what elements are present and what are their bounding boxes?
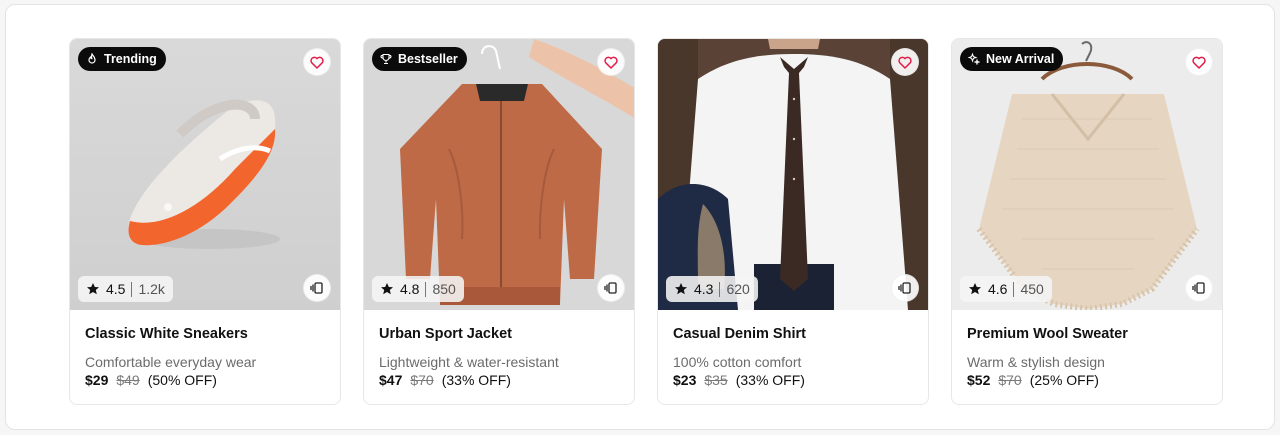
favorite-button[interactable] <box>891 48 919 76</box>
product-description: Warm & stylish design <box>967 354 1105 370</box>
current-price: $23 <box>673 372 697 388</box>
product-description: Lightweight & water-resistant <box>379 354 559 370</box>
heart-icon <box>604 56 618 69</box>
review-count: 620 <box>726 281 750 297</box>
divider <box>131 281 133 297</box>
badge-label: Bestseller <box>398 52 458 66</box>
badge-label: New Arrival <box>986 52 1055 66</box>
product-card[interactable]: New Arrival 4.6 450 Premium Wool Sweater… <box>951 38 1223 405</box>
favorite-button[interactable] <box>1185 48 1213 76</box>
current-price: $29 <box>85 372 109 388</box>
compare-button[interactable] <box>891 274 919 302</box>
review-count: 850 <box>432 281 456 297</box>
product-grid: Trending 4.5 1.2k Classic White Sneakers… <box>69 38 1223 405</box>
product-card[interactable]: Trending 4.5 1.2k Classic White Sneakers… <box>69 38 341 405</box>
review-count: 1.2k <box>138 281 165 297</box>
star-icon <box>381 283 393 295</box>
star-icon <box>969 283 981 295</box>
rating-value: 4.8 <box>400 281 420 297</box>
compare-button[interactable] <box>1185 274 1213 302</box>
price-row: $23 $35 (33% OFF) <box>673 372 913 388</box>
heart-icon <box>898 56 912 69</box>
review-count: 450 <box>1020 281 1044 297</box>
product-image[interactable]: Trending 4.5 1.2k <box>70 39 340 310</box>
rating-value: 4.6 <box>988 281 1008 297</box>
trophy-icon <box>380 53 392 65</box>
current-price: $52 <box>967 372 991 388</box>
price-row: $52 $70 (25% OFF) <box>967 372 1207 388</box>
jacket-image <box>364 39 634 310</box>
price-row: $47 $70 (33% OFF) <box>379 372 619 388</box>
rating-chip: 4.5 1.2k <box>78 276 173 302</box>
original-price: $70 <box>998 372 1022 388</box>
star-icon <box>675 283 687 295</box>
sneaker-image <box>70 39 340 310</box>
heart-icon <box>1192 56 1206 69</box>
compare-icon <box>310 282 323 294</box>
discount-label: (33% OFF) <box>735 372 805 388</box>
compare-icon <box>604 282 617 294</box>
product-image[interactable]: 4.3 620 <box>658 39 928 310</box>
sweater-image <box>952 39 1222 310</box>
original-price: $49 <box>116 372 140 388</box>
badge: New Arrival <box>960 47 1064 71</box>
badge: Trending <box>78 47 166 71</box>
product-title[interactable]: Classic White Sneakers <box>85 326 325 346</box>
compare-button[interactable] <box>597 274 625 302</box>
product-description: 100% cotton comfort <box>673 354 802 370</box>
shirt-image <box>658 39 928 310</box>
rating-chip: 4.3 620 <box>666 276 758 302</box>
rating-chip: 4.8 850 <box>372 276 464 302</box>
badge-label: Trending <box>104 52 157 66</box>
product-title[interactable]: Urban Sport Jacket <box>379 326 619 346</box>
divider <box>719 281 721 297</box>
divider <box>1013 281 1015 297</box>
product-card[interactable]: 4.3 620 Casual Denim Shirt 100% cotton c… <box>657 38 929 405</box>
heart-icon <box>310 56 324 69</box>
rating-chip: 4.6 450 <box>960 276 1052 302</box>
product-title[interactable]: Premium Wool Sweater <box>967 326 1207 346</box>
rating-value: 4.3 <box>694 281 714 297</box>
product-image[interactable]: New Arrival 4.6 450 <box>952 39 1222 310</box>
favorite-button[interactable] <box>597 48 625 76</box>
current-price: $47 <box>379 372 403 388</box>
product-image[interactable]: Bestseller 4.8 850 <box>364 39 634 310</box>
product-card[interactable]: Bestseller 4.8 850 Urban Sport Jacket Li… <box>363 38 635 405</box>
original-price: $35 <box>704 372 728 388</box>
product-grid-panel: Trending 4.5 1.2k Classic White Sneakers… <box>5 4 1275 430</box>
sparkles-icon <box>968 53 980 65</box>
divider <box>425 281 427 297</box>
flame-icon <box>88 53 96 64</box>
original-price: $70 <box>410 372 434 388</box>
product-title[interactable]: Casual Denim Shirt <box>673 326 913 346</box>
discount-label: (25% OFF) <box>1029 372 1099 388</box>
favorite-button[interactable] <box>303 48 331 76</box>
compare-button[interactable] <box>303 274 331 302</box>
rating-value: 4.5 <box>106 281 126 297</box>
price-row: $29 $49 (50% OFF) <box>85 372 325 388</box>
discount-label: (50% OFF) <box>147 372 217 388</box>
star-icon <box>87 283 99 295</box>
product-description: Comfortable everyday wear <box>85 354 257 370</box>
discount-label: (33% OFF) <box>441 372 511 388</box>
compare-icon <box>1192 282 1205 294</box>
compare-icon <box>898 282 911 294</box>
badge: Bestseller <box>372 47 467 71</box>
